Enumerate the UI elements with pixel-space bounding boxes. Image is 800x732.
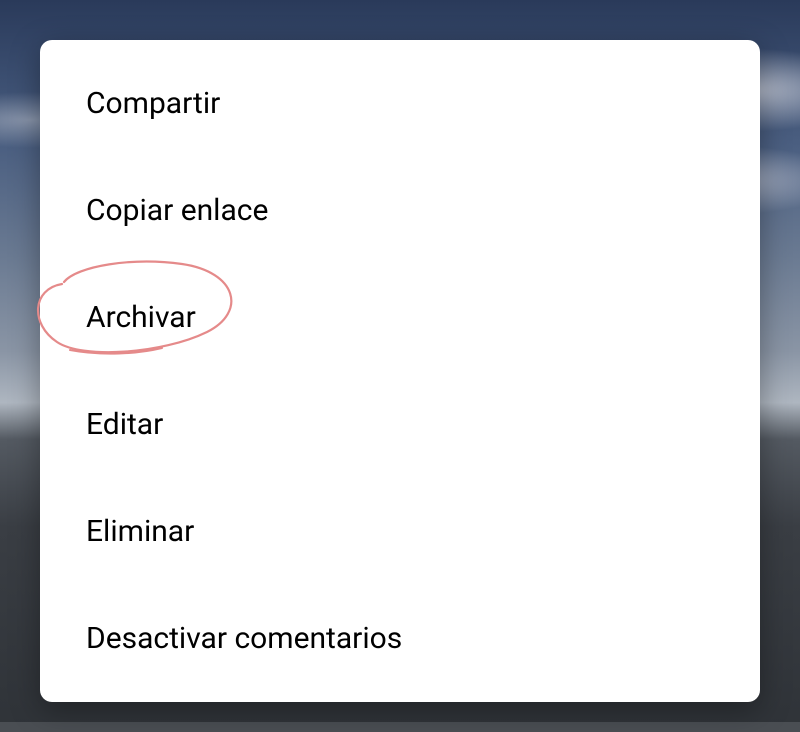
menu-item-label: Compartir xyxy=(86,86,220,121)
background-bottom-strip xyxy=(0,722,800,732)
options-menu-panel: Compartir Copiar enlace Archivar Editar … xyxy=(40,40,760,702)
menu-item-label: Archivar xyxy=(86,300,196,335)
menu-item-copy-link[interactable]: Copiar enlace xyxy=(40,165,760,256)
menu-item-edit[interactable]: Editar xyxy=(40,379,760,470)
menu-item-delete[interactable]: Eliminar xyxy=(40,486,760,577)
menu-item-label: Eliminar xyxy=(86,514,194,549)
options-menu-list: Compartir Copiar enlace Archivar Editar … xyxy=(40,58,760,684)
menu-item-disable-comments[interactable]: Desactivar comentarios xyxy=(40,593,760,684)
menu-item-share[interactable]: Compartir xyxy=(40,58,760,149)
menu-item-label: Desactivar comentarios xyxy=(86,621,402,656)
menu-item-label: Copiar enlace xyxy=(86,193,268,228)
menu-item-label: Editar xyxy=(86,407,163,442)
menu-item-archive[interactable]: Archivar xyxy=(40,272,760,363)
